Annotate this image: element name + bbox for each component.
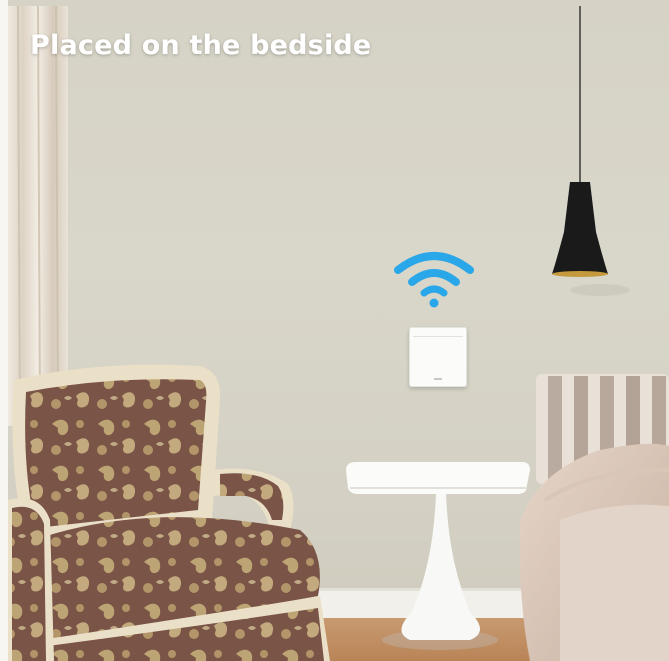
caption-text: Placed on the bedside: [30, 30, 372, 61]
wall-switch: [409, 327, 467, 387]
armchair: [8, 364, 330, 661]
wifi-icon: [394, 252, 474, 308]
switch-plate-line: [413, 336, 463, 337]
room-illustration: [0, 0, 669, 661]
switch-indicator: [434, 378, 442, 380]
product-scene: Placed on the bedside: [0, 0, 669, 661]
